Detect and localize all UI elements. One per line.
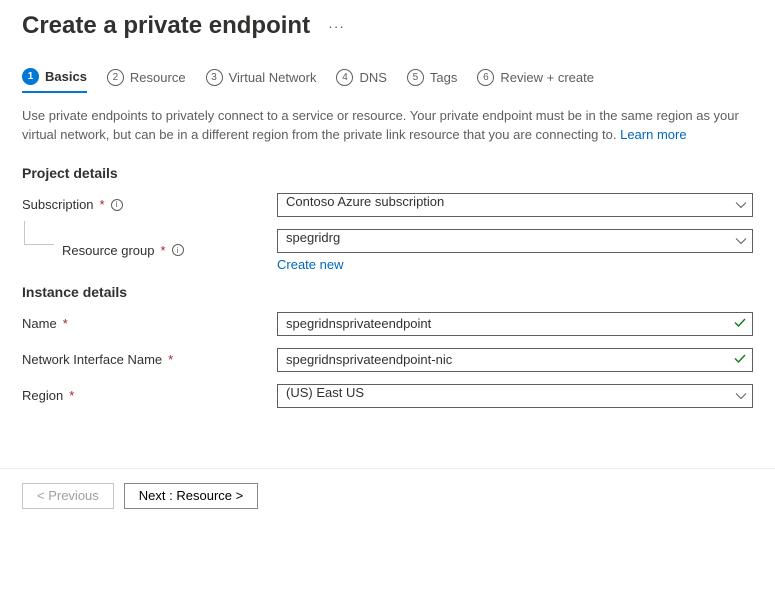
tab-dns[interactable]: 4 DNS — [336, 68, 386, 93]
wizard-tabs: 1 Basics 2 Resource 3 Virtual Network 4 … — [22, 68, 753, 93]
learn-more-link[interactable]: Learn more — [620, 127, 686, 142]
required-asterisk: * — [161, 243, 166, 258]
more-actions-icon[interactable]: ··· — [328, 18, 345, 34]
step-circle: 6 — [477, 69, 494, 86]
subscription-label: Subscription * i — [22, 197, 277, 212]
resource-group-select[interactable]: spegridrg — [277, 229, 753, 253]
page-title: Create a private endpoint — [22, 12, 310, 40]
tab-basics[interactable]: 1 Basics — [22, 68, 87, 93]
section-project-details: Project details — [22, 165, 753, 181]
name-input[interactable] — [277, 312, 753, 336]
step-circle: 1 — [22, 68, 39, 85]
tab-label: Review + create — [500, 70, 594, 85]
step-circle: 2 — [107, 69, 124, 86]
step-circle: 5 — [407, 69, 424, 86]
required-asterisk: * — [69, 388, 74, 403]
info-icon[interactable]: i — [111, 199, 123, 211]
previous-button[interactable]: < Previous — [22, 483, 114, 509]
subscription-select[interactable]: Contoso Azure subscription — [277, 193, 753, 217]
info-icon[interactable]: i — [172, 244, 184, 256]
required-asterisk: * — [100, 197, 105, 212]
nic-name-label: Network Interface Name * — [22, 352, 277, 367]
step-circle: 3 — [206, 69, 223, 86]
required-asterisk: * — [63, 316, 68, 331]
nic-name-input[interactable] — [277, 348, 753, 372]
intro-text: Use private endpoints to privately conne… — [22, 107, 753, 145]
section-instance-details: Instance details — [22, 284, 753, 300]
tree-connector — [24, 221, 54, 245]
tab-tags[interactable]: 5 Tags — [407, 68, 457, 93]
create-new-link[interactable]: Create new — [277, 257, 343, 272]
step-circle: 4 — [336, 69, 353, 86]
region-label: Region * — [22, 388, 277, 403]
resource-group-label: Resource group * i — [22, 243, 277, 258]
tab-label: Resource — [130, 70, 186, 85]
tab-virtual-network[interactable]: 3 Virtual Network — [206, 68, 317, 93]
tab-resource[interactable]: 2 Resource — [107, 68, 186, 93]
next-button[interactable]: Next : Resource > — [124, 483, 258, 509]
wizard-footer: < Previous Next : Resource > — [0, 468, 775, 531]
tab-label: Virtual Network — [229, 70, 317, 85]
tab-label: Basics — [45, 69, 87, 84]
required-asterisk: * — [168, 352, 173, 367]
name-label: Name * — [22, 316, 277, 331]
tab-label: DNS — [359, 70, 386, 85]
tab-label: Tags — [430, 70, 457, 85]
region-select[interactable]: (US) East US — [277, 384, 753, 408]
tab-review-create[interactable]: 6 Review + create — [477, 68, 594, 93]
